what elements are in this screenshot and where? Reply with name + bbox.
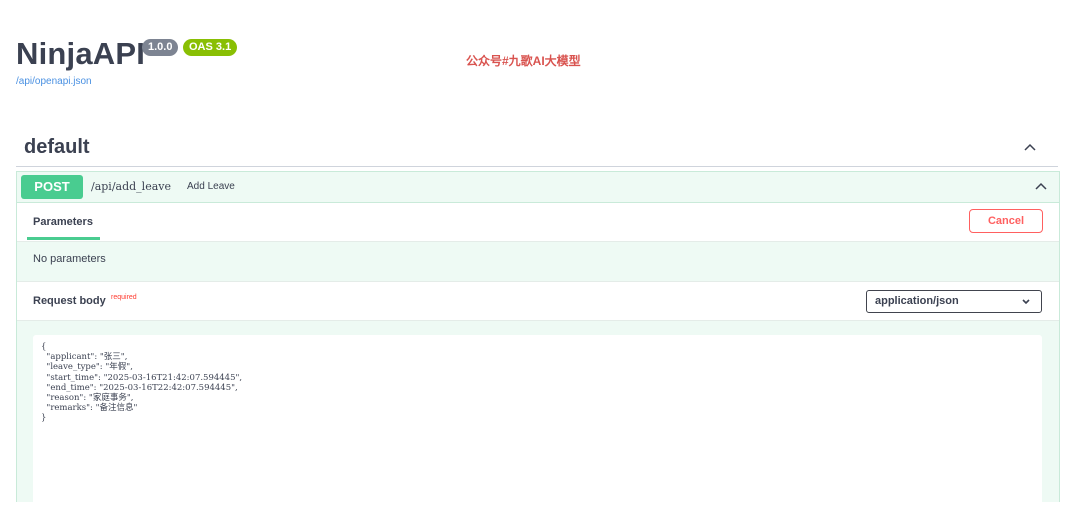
request-body-label: Request body xyxy=(33,295,106,307)
content-type-value: application/json xyxy=(875,295,959,307)
parameters-bar: Parameters Cancel xyxy=(17,203,1059,242)
openapi-json-link[interactable]: /api/openapi.json xyxy=(16,76,92,87)
operation-summary-text: Add Leave xyxy=(187,181,235,192)
request-body-editor[interactable]: { "applicant": "张三", "leave_type": "年假",… xyxy=(33,335,1042,505)
operation-summary[interactable]: POST /api/add_leave Add Leave xyxy=(17,172,1059,203)
method-badge: POST xyxy=(21,175,83,199)
operation-block: POST /api/add_leave Add Leave Parameters… xyxy=(16,171,1060,505)
operation-path: /api/add_leave xyxy=(91,180,171,193)
section-header-default[interactable]: default xyxy=(16,128,1058,167)
required-marker: required xyxy=(111,294,137,301)
tab-parameters[interactable]: Parameters xyxy=(33,216,93,228)
version-badge: 1.0.0 xyxy=(142,39,179,56)
chevron-up-icon[interactable] xyxy=(1034,179,1048,193)
no-parameters-text: No parameters xyxy=(33,253,106,265)
chevron-up-icon[interactable] xyxy=(1023,140,1037,154)
watermark-text: 公众号#九歌AI大模型 xyxy=(466,54,581,68)
content-type-select[interactable]: application/json xyxy=(866,290,1042,313)
cancel-button[interactable]: Cancel xyxy=(969,209,1043,233)
api-title: NinjaAPI xyxy=(16,36,146,71)
tab-active-underline xyxy=(27,237,100,240)
request-body-json[interactable]: { "applicant": "张三", "leave_type": "年假",… xyxy=(41,342,242,424)
section-title: default xyxy=(24,136,90,158)
request-body-bar: Request body required application/json xyxy=(17,281,1059,321)
oas-badge: OAS 3.1 xyxy=(183,39,238,56)
chevron-down-icon xyxy=(1022,299,1030,305)
